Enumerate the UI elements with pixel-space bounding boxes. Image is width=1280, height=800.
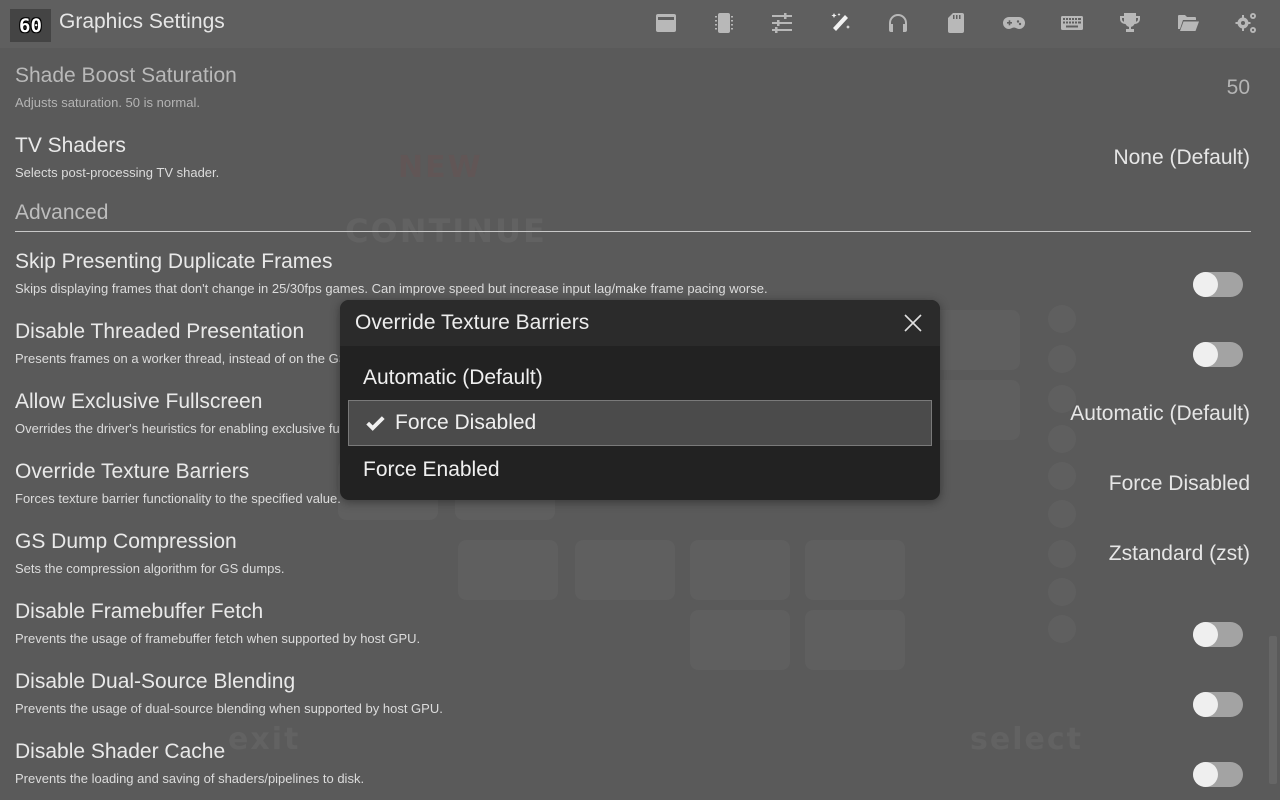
- option-force-enabled[interactable]: Force Enabled: [348, 447, 932, 493]
- checkmark-icon: [364, 413, 386, 435]
- trophy-icon[interactable]: [1117, 10, 1143, 36]
- setting-title: Shade Boost Saturation: [15, 64, 237, 87]
- dialog-header: Override Texture Barriers: [340, 300, 940, 346]
- setting-value: None (Default): [1113, 146, 1250, 169]
- setting-value: Zstandard (zst): [1108, 542, 1250, 565]
- close-icon: [904, 314, 922, 332]
- setting-description: Selects post-processing TV shader.: [15, 165, 220, 180]
- option-label: Force Disabled: [395, 411, 537, 434]
- setting-title: Override Texture Barriers: [15, 460, 250, 483]
- setting-description: Prevents the usage of dual-source blendi…: [15, 701, 443, 716]
- summary-icon[interactable]: [653, 10, 679, 36]
- setting-value: Automatic (Default): [1070, 402, 1250, 425]
- setting-value: Force Disabled: [1108, 472, 1250, 495]
- gamepad-icon[interactable]: [1001, 10, 1027, 36]
- setting-description: Prevents the usage of framebuffer fetch …: [15, 631, 421, 646]
- setting-shade-boost-saturation[interactable]: Shade Boost Saturation Adjusts saturatio…: [15, 52, 1250, 114]
- option-select-dialog: Override Texture Barriers Automatic (Def…: [340, 300, 940, 500]
- toggle-switch[interactable]: [1193, 272, 1243, 297]
- memory-card-icon[interactable]: [943, 10, 969, 36]
- magic-wand-icon[interactable]: [827, 10, 853, 36]
- setting-title: Disable Threaded Presentation: [15, 320, 305, 343]
- toggle-switch[interactable]: [1193, 622, 1243, 647]
- section-header-advanced: Advanced: [15, 201, 1251, 232]
- gears-icon[interactable]: [1233, 10, 1259, 36]
- setting-title: TV Shaders: [15, 134, 126, 157]
- setting-title: Skip Presenting Duplicate Frames: [15, 250, 333, 273]
- option-label: Force Enabled: [363, 458, 500, 481]
- folder-open-icon[interactable]: [1175, 10, 1201, 36]
- setting-tv-shaders[interactable]: TV Shaders Selects post-processing TV sh…: [15, 122, 1250, 184]
- toggle-switch[interactable]: [1193, 762, 1243, 787]
- setting-disable-shader-cache[interactable]: Disable Shader Cache Prevents the loadin…: [15, 728, 1250, 790]
- toggle-knob: [1193, 762, 1218, 787]
- setting-skip-duplicate-frames[interactable]: Skip Presenting Duplicate Frames Skips d…: [15, 238, 1250, 300]
- option-automatic-default[interactable]: Automatic (Default): [348, 355, 932, 401]
- close-button[interactable]: [902, 312, 924, 334]
- setting-description: Forces texture barrier functionality to …: [15, 491, 341, 506]
- toggle-knob: [1193, 272, 1218, 297]
- chip-icon[interactable]: [711, 10, 737, 36]
- toggle-knob: [1193, 622, 1218, 647]
- setting-disable-framebuffer-fetch[interactable]: Disable Framebuffer Fetch Prevents the u…: [15, 588, 1250, 650]
- setting-description: Prevents the loading and saving of shade…: [15, 771, 365, 786]
- option-force-disabled[interactable]: Force Disabled: [348, 400, 932, 446]
- toggle-knob: [1193, 342, 1218, 367]
- sliders-icon[interactable]: [769, 10, 795, 36]
- toggle-switch[interactable]: [1193, 342, 1243, 367]
- setting-description: Skips displaying frames that don't chang…: [15, 281, 768, 296]
- option-label: Automatic (Default): [363, 366, 543, 389]
- setting-title: Allow Exclusive Fullscreen: [15, 390, 263, 413]
- headphones-icon[interactable]: [885, 10, 911, 36]
- setting-description: Sets the compression algorithm for GS du…: [15, 561, 285, 576]
- toggle-knob: [1193, 692, 1218, 717]
- toggle-switch[interactable]: [1193, 692, 1243, 717]
- settings-category-nav: [0, 10, 1280, 38]
- setting-disable-dual-source-blending[interactable]: Disable Dual-Source Blending Prevents th…: [15, 658, 1250, 720]
- top-bar: 60 Graphics Settings: [0, 0, 1280, 48]
- keyboard-icon[interactable]: [1059, 10, 1085, 36]
- dialog-title: Override Texture Barriers: [355, 311, 590, 334]
- scrollbar[interactable]: [1269, 636, 1277, 784]
- setting-value: 50: [1226, 76, 1250, 99]
- setting-title: GS Dump Compression: [15, 530, 237, 553]
- setting-title: Disable Framebuffer Fetch: [15, 600, 264, 623]
- setting-title: Disable Shader Cache: [15, 740, 226, 763]
- setting-title: Disable Dual-Source Blending: [15, 670, 296, 693]
- setting-gs-dump-compression[interactable]: GS Dump Compression Sets the compression…: [15, 518, 1250, 580]
- setting-description: Adjusts saturation. 50 is normal.: [15, 95, 200, 110]
